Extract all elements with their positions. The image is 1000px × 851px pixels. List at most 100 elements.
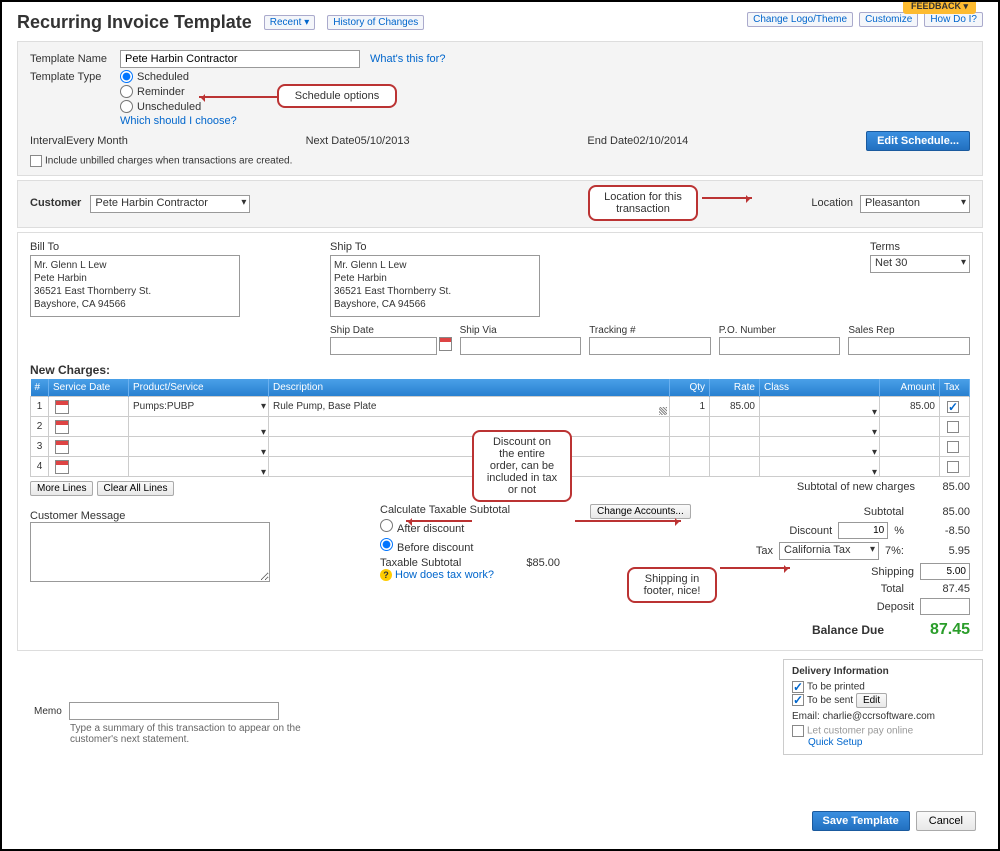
to-sent-checkbox[interactable] [792, 694, 804, 706]
customer-select[interactable]: Pete Harbin Contractor [90, 195, 250, 213]
save-template-button[interactable]: Save Template [812, 811, 910, 831]
qty-cell[interactable]: 1 [670, 397, 710, 417]
how-do-i-button[interactable]: How Do I? [924, 12, 983, 27]
callout-schedule: Schedule options [277, 84, 397, 108]
customer-message-label: Customer Message [30, 510, 350, 522]
reminder-label: Reminder [137, 86, 185, 98]
tracking-input[interactable] [589, 337, 711, 355]
edit-schedule-button[interactable]: Edit Schedule... [866, 131, 970, 151]
rate-cell[interactable]: 85.00 [710, 397, 760, 417]
edit-delivery-button[interactable]: Edit [856, 693, 887, 708]
col-num: # [31, 379, 49, 397]
col-rate: Rate [710, 379, 760, 397]
subtotal-value: 85.00 [910, 506, 970, 518]
quick-setup-link[interactable]: Quick Setup [808, 737, 862, 748]
recent-button[interactable]: Recent ▾ [264, 15, 315, 30]
terms-label: Terms [870, 241, 970, 253]
which-should-i-choose-link[interactable]: Which should I choose? [120, 115, 237, 127]
customize-button[interactable]: Customize [859, 12, 918, 27]
ship-via-label: Ship Via [460, 325, 582, 336]
callout-discount: Discount on the entire order, can be inc… [472, 430, 572, 502]
ship-to-label: Ship To [330, 241, 540, 253]
delivery-info: Delivery Information To be printed To be… [783, 659, 983, 755]
ship-via-input[interactable] [460, 337, 582, 355]
to-print-checkbox[interactable] [792, 681, 804, 693]
more-lines-button[interactable]: More Lines [30, 481, 93, 496]
reminder-radio[interactable] [120, 85, 133, 98]
template-name-label: Template Name [30, 53, 120, 65]
let-pay-checkbox[interactable] [792, 725, 804, 737]
ship-date-label: Ship Date [330, 325, 452, 336]
calendar-icon [55, 420, 69, 434]
include-unbilled-label: Include unbilled charges when transactio… [45, 156, 292, 167]
history-button[interactable]: History of Changes [327, 15, 424, 30]
new-charges-label: New Charges: [30, 363, 970, 377]
whats-this-link[interactable]: What's this for? [370, 53, 445, 65]
po-label: P.O. Number [719, 325, 841, 336]
before-discount-radio[interactable] [380, 538, 393, 551]
ship-date-input[interactable] [330, 337, 437, 355]
deposit-input[interactable] [920, 598, 970, 615]
col-amount: Amount [880, 379, 940, 397]
next-date-label: Next Date [306, 135, 355, 147]
change-accounts-button[interactable]: Change Accounts... [590, 504, 691, 519]
memo-input[interactable] [69, 702, 279, 720]
unscheduled-radio[interactable] [120, 100, 133, 113]
bill-to-label: Bill To [30, 241, 240, 253]
callout-location: Location for this transaction [588, 185, 698, 221]
calc-taxable-label: Calculate Taxable Subtotal [380, 504, 560, 516]
ship-to-textarea[interactable]: Mr. Glenn L Lew Pete Harbin 36521 East T… [330, 255, 540, 317]
col-description: Description [269, 379, 670, 397]
page-title: Recurring Invoice Template [17, 12, 252, 33]
col-tax: Tax [940, 379, 970, 397]
col-qty: Qty [670, 379, 710, 397]
after-discount-radio[interactable] [380, 519, 393, 532]
class-cell[interactable]: ▾ [760, 397, 880, 417]
product-cell[interactable]: Pumps:PUBP▾ [129, 397, 269, 417]
include-unbilled-checkbox[interactable] [30, 155, 42, 167]
calendar-icon [55, 460, 69, 474]
feedback-tab[interactable]: FEEDBACK ▾ [903, 0, 976, 14]
location-select[interactable]: Pleasanton [860, 195, 970, 213]
bill-to-textarea[interactable]: Mr. Glenn L Lew Pete Harbin 36521 East T… [30, 255, 240, 317]
discount-value: -8.50 [910, 525, 970, 537]
discount-pct-input[interactable] [838, 522, 888, 539]
callout-shipping: Shipping in footer, nice! [627, 567, 717, 603]
shipping-input[interactable] [920, 563, 970, 580]
clear-all-button[interactable]: Clear All Lines [97, 481, 175, 496]
subtotal-new-label: Subtotal of new charges [797, 481, 915, 493]
customer-message-textarea[interactable] [30, 522, 270, 582]
calendar-icon[interactable] [55, 400, 69, 414]
how-does-tax-link[interactable]: How does tax work? [395, 569, 494, 581]
cancel-button[interactable]: Cancel [916, 811, 976, 831]
col-class: Class [760, 379, 880, 397]
taxable-subtotal-label: Taxable Subtotal [380, 557, 461, 569]
interval-value: Every Month [66, 135, 128, 147]
template-name-input[interactable] [120, 50, 360, 68]
delivery-title: Delivery Information [792, 666, 974, 677]
col-service-date: Service Date [49, 379, 129, 397]
po-input[interactable] [719, 337, 841, 355]
end-date-value: 02/10/2014 [633, 135, 688, 147]
scheduled-radio[interactable] [120, 70, 133, 83]
taxable-subtotal-value: $85.00 [526, 557, 560, 569]
memo-label: Memo [34, 706, 62, 717]
tax-select[interactable]: California Tax [779, 542, 879, 560]
memo-hint: Type a summary of this transaction to ap… [70, 723, 334, 745]
template-type-label: Template Type [30, 71, 120, 83]
col-product: Product/Service [129, 379, 269, 397]
table-row[interactable]: 1 Pumps:PUBP▾ Rule Pump, Base Plate 1 85… [31, 397, 970, 417]
tax-checkbox[interactable] [947, 401, 959, 413]
info-icon: ? [380, 569, 392, 581]
calendar-icon[interactable] [439, 337, 452, 351]
description-cell[interactable]: Rule Pump, Base Plate [269, 397, 670, 417]
sales-rep-input[interactable] [848, 337, 970, 355]
balance-value: 87.45 [890, 621, 970, 639]
end-date-label: End Date [587, 135, 633, 147]
terms-select[interactable]: Net 30 [870, 255, 970, 273]
change-logo-button[interactable]: Change Logo/Theme [747, 12, 853, 27]
delivery-email: charlie@ccrsoftware.com [823, 711, 935, 722]
next-date-value: 05/10/2013 [355, 135, 410, 147]
interval-label: Interval [30, 135, 66, 147]
amount-cell[interactable]: 85.00 [880, 397, 940, 417]
